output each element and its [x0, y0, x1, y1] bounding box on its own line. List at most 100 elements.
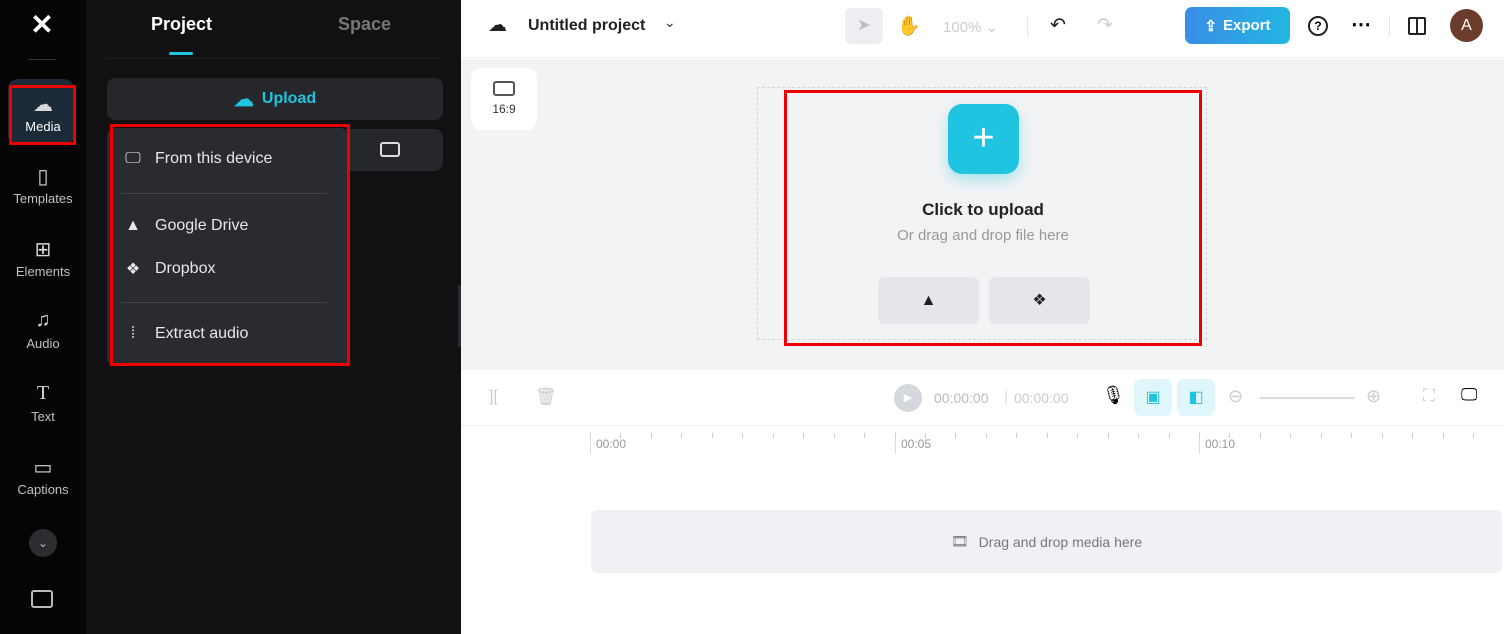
export-icon: ⇪	[1204, 17, 1218, 35]
help-icon[interactable]: ?	[1308, 16, 1328, 36]
ruler-tick	[833, 433, 835, 438]
label: Elements	[15, 264, 71, 279]
ruler-tick	[1168, 433, 1170, 438]
ruler-tick	[1412, 433, 1414, 438]
screen-record-icon[interactable]	[380, 142, 400, 157]
ruler-tick	[1473, 433, 1475, 438]
zoom-select[interactable]: 100% ⌄	[943, 18, 998, 36]
ruler-tick	[894, 433, 896, 438]
ruler-tick	[681, 433, 683, 438]
microphone-icon[interactable]: 🎙	[1102, 385, 1125, 406]
ruler-tick	[1442, 433, 1444, 438]
ruler-tick	[803, 433, 805, 438]
ruler-tick	[620, 433, 622, 438]
ruler-tick	[1107, 433, 1109, 438]
zoom-slider[interactable]	[1260, 397, 1355, 399]
annotation-box-media	[9, 85, 76, 145]
export-button[interactable]: ⇪ Export	[1185, 7, 1290, 44]
upload-label: Upload	[261, 90, 317, 107]
ruler-tick	[1381, 433, 1383, 438]
hand-tool-icon[interactable]: ✋	[897, 14, 921, 38]
elements-icon: ⊞	[34, 239, 52, 261]
ruler-tick	[1290, 433, 1292, 438]
more-chevron-down-icon[interactable]: ⌄	[29, 529, 57, 557]
zoom-out-icon[interactable]: ⊖	[1228, 386, 1243, 407]
ruler-label: 00:10	[1205, 437, 1236, 451]
sidebar-item-text[interactable]: T Text	[0, 382, 86, 424]
annotation-box-upload	[784, 90, 1202, 346]
canvas-area: 16:9 + Click to upload Or drag and drop …	[461, 59, 1504, 370]
avatar[interactable]: A	[1450, 9, 1483, 42]
current-time: 00:00:00	[934, 390, 989, 406]
annotation-box-menu	[110, 124, 350, 366]
label: Templates	[13, 191, 73, 206]
sidebar-item-elements[interactable]: ⊞ Elements	[0, 237, 86, 279]
ruler-tick	[590, 433, 591, 438]
ruler-tick	[742, 433, 744, 438]
ruler-tick	[1046, 433, 1048, 438]
ruler-label: 00:00	[596, 437, 627, 451]
tab-space[interactable]: Space	[338, 14, 391, 35]
play-button[interactable]: ▶	[894, 384, 922, 412]
timeline-toolbar: ][ 🗑 ▶ 00:00:00 | 00:00:00 🎙 ▣ ◧ ⊖ ⊕ ⛶ 🖵	[461, 370, 1504, 426]
ruler-tick	[1016, 433, 1018, 438]
ruler-tick	[1259, 433, 1261, 438]
sidebar-item-templates[interactable]: ▯ Templates	[0, 164, 86, 206]
label: Text	[31, 409, 55, 424]
layout-panel-icon[interactable]	[1408, 17, 1426, 35]
export-label: Export	[1223, 17, 1271, 34]
capcut-logo: ✕	[30, 9, 54, 40]
upload-button[interactable]: ☁ Upload	[107, 78, 443, 120]
editor-main: ☁ Untitled project ⌄ ➤ ✋ 100% ⌄ ↶ ↷ ⇪ Exp…	[461, 0, 1504, 634]
cloud-saved-icon: ☁	[488, 15, 507, 36]
zoom-value: 100%	[943, 19, 982, 36]
label: Audio	[26, 336, 60, 351]
ruler-tick	[864, 433, 866, 438]
select-tool-button[interactable]: ➤	[845, 8, 883, 44]
ruler-tick	[985, 433, 987, 438]
sidebar-item-audio[interactable]: ♫ Audio	[0, 309, 86, 351]
display-settings-icon[interactable]: 🖵	[1461, 385, 1477, 405]
captions-icon: ▭	[33, 457, 53, 479]
ruler-tick	[955, 433, 957, 438]
split-align-button[interactable]: ◧	[1177, 379, 1215, 416]
top-toolbar: ☁ Untitled project ⌄ ➤ ✋ 100% ⌄ ↶ ↷ ⇪ Exp…	[461, 0, 1504, 58]
drop-label: Drag and drop media here	[978, 533, 1143, 550]
icon-rail: ✕ ☁ Media ▯ Templates ⊞ Elements ♫ Audio T Te…	[0, 0, 86, 634]
ruler-tick	[1320, 433, 1322, 438]
aspect-ratio-button[interactable]: 16:9	[471, 68, 537, 130]
media-track-dropzone[interactable]: 🎞 Drag and drop media here	[591, 510, 1502, 573]
templates-icon: ▯	[37, 166, 49, 188]
ruler-tick	[1351, 433, 1353, 438]
keyboard-icon[interactable]	[31, 590, 53, 608]
ruler-tick	[1229, 433, 1231, 438]
zoom-in-icon[interactable]: ⊕	[1366, 386, 1381, 407]
sidebar-item-captions[interactable]: ▭ Captions	[0, 455, 86, 497]
ratio-icon	[493, 81, 515, 96]
ruler-tick	[650, 433, 652, 438]
ruler-tick	[1199, 433, 1200, 438]
ruler-tick	[711, 433, 713, 438]
ruler-tick	[1077, 433, 1079, 438]
ratio-label: 16:9	[492, 102, 516, 116]
cloud-upload-icon: ☁	[233, 88, 254, 111]
film-icon: 🎞	[950, 533, 969, 549]
more-icon[interactable]: ⋯	[1351, 12, 1371, 37]
undo-icon[interactable]: ↶	[1050, 14, 1066, 37]
ruler-tick	[924, 433, 926, 438]
auto-snap-button[interactable]: ▣	[1134, 379, 1172, 416]
tab-project[interactable]: Project	[151, 14, 212, 35]
ruler-tick	[1138, 433, 1140, 438]
project-title[interactable]: Untitled project	[528, 17, 645, 35]
fullscreen-icon[interactable]: ⛶	[1423, 386, 1435, 406]
redo-icon[interactable]: ↷	[1097, 14, 1113, 37]
label: Captions	[17, 482, 69, 497]
text-icon: T	[36, 382, 50, 404]
music-icon: ♫	[35, 309, 51, 331]
chevron-down-icon[interactable]: ⌄	[664, 14, 676, 31]
ruler-tick	[772, 433, 774, 438]
delete-icon[interactable]: 🗑	[535, 387, 557, 407]
media-panel: Project Space ☁ Upload 🖵 From this device …	[86, 0, 468, 634]
total-time: 00:00:00	[1014, 390, 1069, 406]
split-icon[interactable]: ][	[489, 388, 498, 406]
